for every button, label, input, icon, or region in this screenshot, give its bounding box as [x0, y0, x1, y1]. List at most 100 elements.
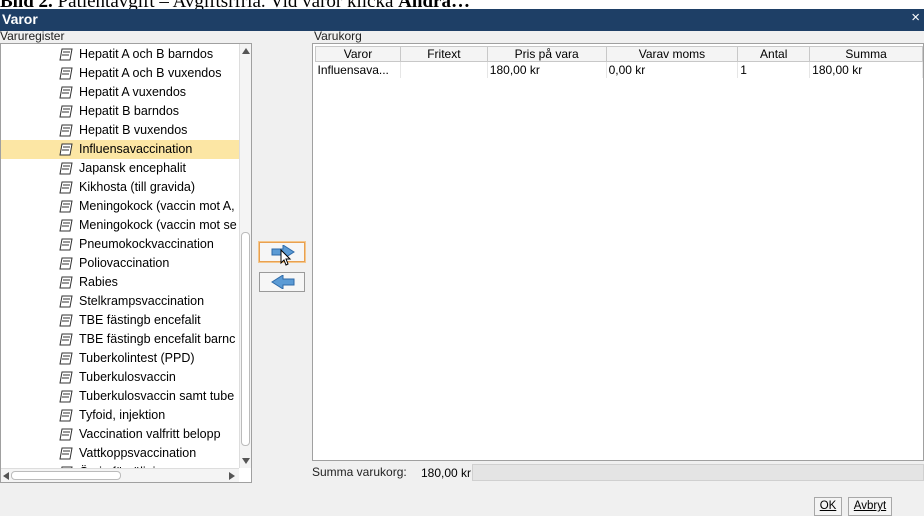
- vaccine-item-icon: [59, 390, 73, 403]
- tree-item[interactable]: Kikhosta (till gravida): [1, 178, 239, 197]
- tree-item-label: Rabies: [79, 275, 118, 289]
- table-row[interactable]: Influensava... 180,00 kr 0,00 kr 1 180,00 kr: [315, 61, 923, 78]
- tree-item[interactable]: Meningokock (vaccin mot se: [1, 216, 239, 235]
- vaccine-item-icon: [59, 295, 73, 308]
- column-header[interactable]: Pris på vara: [486, 46, 607, 62]
- vaccine-item-icon: [59, 371, 73, 384]
- vaccine-item-icon: [59, 219, 73, 232]
- tree-item[interactable]: Rabies: [1, 273, 239, 292]
- tree-item[interactable]: TBE fästingb encefalit: [1, 311, 239, 330]
- tree-item[interactable]: Hepatit A och B vuxendos: [1, 64, 239, 83]
- tree-item-label: TBE fästingb encefalit barnc: [79, 332, 236, 346]
- mouse-cursor-icon: [280, 249, 292, 266]
- column-header[interactable]: Varor: [315, 46, 401, 62]
- scroll-down-icon[interactable]: [242, 458, 250, 464]
- tree-item[interactable]: Poliovaccination: [1, 254, 239, 273]
- tree-item-label: Tuberkulosvaccin samt tube: [79, 389, 235, 403]
- tree-item[interactable]: Influensavaccination: [1, 140, 239, 159]
- tree-item[interactable]: TBE fästingb encefalit barnc: [1, 330, 239, 349]
- tree-item-label: Pneumokockvaccination: [79, 237, 214, 251]
- vaccine-item-icon: [59, 238, 73, 251]
- add-to-cart-button[interactable]: [259, 242, 305, 266]
- window-title: Varor: [2, 11, 38, 27]
- vaccine-item-icon: [59, 105, 73, 118]
- summa-varukorg-label: Summa varukorg:: [312, 465, 407, 479]
- tree-item-label: Influensavaccination: [79, 142, 193, 156]
- avbryt-button[interactable]: Avbryt: [848, 497, 892, 516]
- tree-item[interactable]: Meningokock (vaccin mot A,: [1, 197, 239, 216]
- tree-item-label: Hepatit A och B vuxendos: [79, 66, 222, 80]
- horizontal-scroll-thumb[interactable]: [11, 471, 121, 480]
- tree-item-label: TBE fästingb encefalit: [79, 313, 201, 327]
- tree-item[interactable]: Tuberkolintest (PPD): [1, 349, 239, 368]
- tree-item-label: Tuberkulosvaccin: [79, 370, 176, 384]
- vertical-scrollbar[interactable]: [239, 44, 251, 468]
- scroll-right-icon[interactable]: [229, 472, 235, 480]
- summa-varukorg-field: 180,00 kr: [421, 464, 924, 481]
- table-header-row: Varor Fritext Pris på vara Varav moms Antal S…: [315, 46, 923, 62]
- tree-item-label: Hepatit A vuxendos: [79, 85, 187, 99]
- tree-item-label: Meningokock (vaccin mot se: [79, 218, 237, 232]
- tree-item[interactable]: Vattkoppsvaccination: [1, 444, 239, 463]
- tree-item[interactable]: Pneumokockvaccination: [1, 235, 239, 254]
- scroll-up-icon[interactable]: [242, 48, 250, 54]
- vaccine-item-icon: [59, 48, 73, 61]
- column-header[interactable]: Antal: [737, 46, 811, 62]
- column-header[interactable]: Varav moms: [605, 46, 739, 62]
- table-body: Influensava... 180,00 kr 0,00 kr 1 180,00 kr: [315, 61, 923, 78]
- ok-button[interactable]: OK: [814, 497, 842, 516]
- vaccine-item-icon: [59, 200, 73, 213]
- scroll-left-icon[interactable]: [3, 472, 9, 480]
- tree-item[interactable]: Hepatit B vuxendos: [1, 121, 239, 140]
- window-titlebar: Varor ×: [0, 9, 924, 31]
- avbryt-button-label: Avbryt: [853, 500, 887, 512]
- tree-item[interactable]: Vaccination valfritt belopp: [1, 425, 239, 444]
- tree-item[interactable]: Tuberkulosvaccin samt tube: [1, 387, 239, 406]
- tree-item-label: Hepatit B vuxendos: [79, 123, 188, 137]
- tree-item[interactable]: Hepatit A vuxendos: [1, 83, 239, 102]
- vaccine-item-icon: [59, 162, 73, 175]
- table-cell: 1: [737, 61, 811, 78]
- tree-item-label: Vattkoppsvaccination: [79, 446, 197, 460]
- tree-item-label: Tyfoid, injektion: [79, 408, 166, 422]
- arrow-left-icon: [271, 275, 295, 289]
- varukorg-table-panel: Varor Fritext Pris på vara Varav moms Antal S…: [312, 43, 924, 461]
- varuregister-tree[interactable]: Hepatit A och B barndos Hepatit A och B v…: [0, 43, 252, 483]
- vaccine-item-icon: [59, 67, 73, 80]
- vertical-scroll-thumb[interactable]: [241, 232, 250, 446]
- column-header[interactable]: Summa: [809, 46, 923, 62]
- tree-item[interactable]: Japansk encephalit: [1, 159, 239, 178]
- vaccine-item-icon: [59, 428, 73, 441]
- tree-item[interactable]: Stelkrampsvaccination: [1, 292, 239, 311]
- tree-item[interactable]: Tyfoid, injektion: [1, 406, 239, 425]
- vaccine-item-icon: [59, 352, 73, 365]
- vaccine-item-icon: [59, 447, 73, 460]
- varor-dialog: Varuregister Hepatit A och B barndos Hepa…: [0, 29, 924, 516]
- vaccine-item-icon: [59, 143, 73, 156]
- vaccine-item-icon: [59, 314, 73, 327]
- tree-item[interactable]: Hepatit A och B barndos: [1, 45, 239, 64]
- summa-varukorg-value: 180,00 kr: [421, 466, 472, 480]
- vaccine-item-icon: [59, 276, 73, 289]
- remove-from-cart-button[interactable]: [259, 272, 305, 292]
- tree-item-label: Kikhosta (till gravida): [79, 180, 196, 194]
- tree-item[interactable]: Hepatit B barndos: [1, 102, 239, 121]
- tree-item-label: Japansk encephalit: [79, 161, 187, 175]
- vaccine-item-icon: [59, 181, 73, 194]
- vaccine-item-icon: [59, 86, 73, 99]
- varukorg-table: Varor Fritext Pris på vara Varav moms Antal S…: [315, 46, 923, 78]
- column-header[interactable]: Fritext: [399, 46, 488, 62]
- tree-item-label: Hepatit A och B barndos: [79, 47, 214, 61]
- vaccine-item-icon: [59, 409, 73, 422]
- vaccine-item-icon: [59, 124, 73, 137]
- tree-item-label: Meningokock (vaccin mot A,: [79, 199, 235, 213]
- table-cell: 180,00 kr: [809, 61, 923, 78]
- close-icon[interactable]: ×: [911, 9, 920, 26]
- ok-button-label: OK: [819, 500, 837, 512]
- varukorg-label: Varukorg: [314, 29, 362, 43]
- horizontal-scrollbar[interactable]: [1, 468, 239, 482]
- tree-item[interactable]: Tuberkulosvaccin: [1, 368, 239, 387]
- vaccine-item-icon: [59, 333, 73, 346]
- tree-item-label: Tuberkolintest (PPD): [79, 351, 195, 365]
- table-cell: [400, 61, 488, 78]
